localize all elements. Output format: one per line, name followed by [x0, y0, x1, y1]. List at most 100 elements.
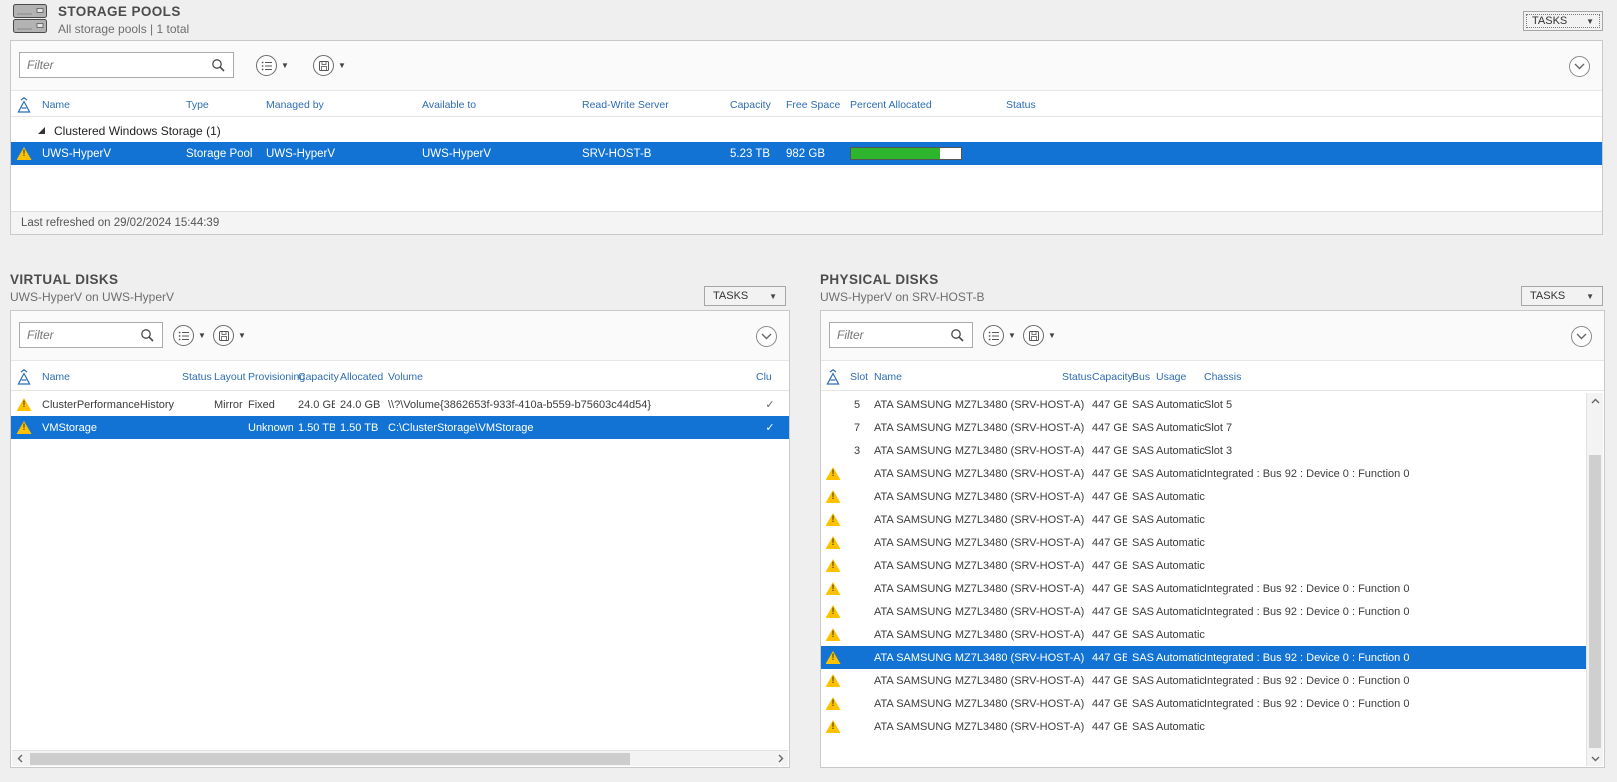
- scrollbar-thumb[interactable]: [1589, 455, 1601, 748]
- cell-capacity: 447 GB: [1092, 674, 1127, 687]
- vertical-scrollbar[interactable]: [1586, 393, 1603, 766]
- cell-name: ATA SAMSUNG MZ7L3480 (SRV-HOST-A): [874, 628, 1085, 641]
- column-header-usage[interactable]: Usage: [1151, 371, 1199, 383]
- save-icon: [313, 55, 334, 76]
- physical-disk-row[interactable]: ATA SAMSUNG MZ7L3480 (SRV-HOST-A) 447 GB S…: [821, 669, 1587, 692]
- column-header-type[interactable]: Type: [181, 99, 261, 111]
- sort-column-icon[interactable]: [11, 96, 37, 113]
- group-expanded-icon[interactable]: [38, 127, 45, 134]
- scroll-down-icon[interactable]: [1587, 750, 1603, 766]
- column-header-read-write-server[interactable]: Read-Write Server: [577, 99, 725, 111]
- virtual-disk-row[interactable]: ClusterPerformanceHistory Mirror Fixed 24.0…: [11, 393, 789, 416]
- cell-name: ATA SAMSUNG MZ7L3480 (SRV-HOST-A): [874, 651, 1085, 664]
- save-query-button[interactable]: ▼: [1023, 325, 1056, 346]
- physical-disk-row[interactable]: ATA SAMSUNG MZ7L3480 (SRV-HOST-A) 447 GB S…: [821, 646, 1587, 669]
- cell-name: ATA SAMSUNG MZ7L3480 (SRV-HOST-A): [874, 421, 1085, 434]
- column-header-free-space[interactable]: Free Space: [781, 99, 845, 111]
- physical-disk-row[interactable]: 3 ATA SAMSUNG MZ7L3480 (SRV-HOST-A) 447 GB…: [821, 439, 1587, 462]
- storage-pools-tasks-button[interactable]: TASKS ▼: [1523, 11, 1603, 31]
- column-header-name[interactable]: Name: [37, 371, 177, 383]
- physical-disk-row[interactable]: ATA SAMSUNG MZ7L3480 (SRV-HOST-A) 447 GB S…: [821, 508, 1587, 531]
- save-query-button[interactable]: ▼: [213, 325, 246, 346]
- cell-name: ATA SAMSUNG MZ7L3480 (SRV-HOST-A): [874, 444, 1085, 457]
- list-menu-icon: [173, 325, 194, 346]
- view-options-button[interactable]: ▼: [256, 55, 289, 76]
- physical-disk-row[interactable]: ATA SAMSUNG MZ7L3480 (SRV-HOST-A) 447 GB S…: [821, 623, 1587, 646]
- physical-disk-row[interactable]: ATA SAMSUNG MZ7L3480 (SRV-HOST-A) 447 GB S…: [821, 600, 1587, 623]
- view-options-button[interactable]: ▼: [173, 325, 206, 346]
- scroll-left-icon[interactable]: [12, 751, 28, 766]
- column-header-name[interactable]: Name: [37, 99, 181, 111]
- cell-usage: Automatic: [1156, 490, 1205, 503]
- save-query-button[interactable]: ▼: [313, 55, 346, 76]
- column-header-managed-by[interactable]: Managed by: [261, 99, 417, 111]
- cell-bus: SAS: [1132, 421, 1155, 434]
- physical-disk-row[interactable]: 7 ATA SAMSUNG MZ7L3480 (SRV-HOST-A) 447 GB…: [821, 416, 1587, 439]
- physical-disk-row[interactable]: 5 ATA SAMSUNG MZ7L3480 (SRV-HOST-A) 447 GB…: [821, 393, 1587, 416]
- column-header-clu[interactable]: Clu: [751, 371, 789, 383]
- storage-group-row[interactable]: Clustered Windows Storage (1): [11, 119, 1602, 142]
- column-header-name[interactable]: Name: [869, 371, 1057, 383]
- save-icon: [1023, 325, 1044, 346]
- column-header-allocated[interactable]: Allocated: [335, 371, 383, 383]
- cell-volume: \\?\Volume{3862653f-933f-410a-b559-b7560…: [388, 398, 652, 411]
- storage-pools-filter-input[interactable]: [19, 52, 234, 78]
- warning-icon: [11, 398, 37, 411]
- cell-bus: SAS: [1132, 444, 1155, 457]
- physical-disks-tasks-button[interactable]: TASKS ▼: [1521, 286, 1603, 306]
- cell-name: ATA SAMSUNG MZ7L3480 (SRV-HOST-A): [874, 536, 1085, 549]
- physical-disk-row[interactable]: ATA SAMSUNG MZ7L3480 (SRV-HOST-A) 447 GB S…: [821, 485, 1587, 508]
- cell-name: ATA SAMSUNG MZ7L3480 (SRV-HOST-A): [874, 720, 1085, 733]
- column-header-status[interactable]: Status: [177, 371, 212, 383]
- scroll-right-icon[interactable]: [772, 751, 788, 766]
- column-header-capacity[interactable]: Capacity: [1087, 371, 1133, 383]
- cell-chassis: Integrated : Bus 92 : Device 0 : Functio…: [1204, 467, 1410, 480]
- collapse-panel-button[interactable]: [756, 326, 777, 347]
- virtual-disks-rows: ClusterPerformanceHistory Mirror Fixed 24.0…: [11, 393, 789, 439]
- column-header-volume[interactable]: Volume: [383, 371, 751, 383]
- cell-chassis: Integrated : Bus 92 : Device 0 : Functio…: [1204, 651, 1410, 664]
- virtual-disks-tasks-button[interactable]: TASKS ▼: [704, 286, 786, 306]
- column-header-status[interactable]: Status: [1001, 99, 1602, 111]
- virtual-disk-row[interactable]: VMStorage Unknown 1.50 TB 1.50 TB C:\Cluster…: [11, 416, 789, 439]
- physical-disk-row[interactable]: ATA SAMSUNG MZ7L3480 (SRV-HOST-A) 447 GB S…: [821, 715, 1587, 738]
- column-header-chassis[interactable]: Chassis: [1199, 371, 1604, 383]
- cell-chassis: Slot 7: [1204, 421, 1233, 434]
- column-header-available-to[interactable]: Available to: [417, 99, 577, 111]
- collapse-panel-button[interactable]: [1569, 56, 1590, 77]
- cell-bus: SAS: [1132, 467, 1155, 480]
- column-header-slot[interactable]: Slot: [845, 371, 869, 383]
- cell-allocated: 1.50 TB: [340, 421, 379, 434]
- cell-managed-by: UWS-HyperV: [266, 147, 336, 160]
- scrollbar-thumb[interactable]: [30, 753, 630, 765]
- cell-chassis: Integrated : Bus 92 : Device 0 : Functio…: [1204, 605, 1410, 618]
- warning-icon: [821, 651, 845, 664]
- view-options-button[interactable]: ▼: [983, 325, 1016, 346]
- column-header-status[interactable]: Status: [1057, 371, 1092, 383]
- physical-disk-row[interactable]: ATA SAMSUNG MZ7L3480 (SRV-HOST-A) 447 GB S…: [821, 692, 1587, 715]
- physical-disk-row[interactable]: ATA SAMSUNG MZ7L3480 (SRV-HOST-A) 447 GB S…: [821, 554, 1587, 577]
- column-header-layout[interactable]: Layout: [209, 371, 246, 383]
- physical-disks-box: ▼ ▼ SlotNameStatusCapacityBusUsageChassi…: [820, 310, 1605, 768]
- collapse-panel-button[interactable]: [1571, 326, 1592, 347]
- column-header-bus[interactable]: Bus: [1127, 371, 1151, 383]
- cell-capacity: 447 GB: [1092, 467, 1127, 480]
- storage-pool-row[interactable]: UWS-HyperV Storage Pool UWS-HyperV UWS-Hype…: [11, 142, 1602, 165]
- sort-column-icon[interactable]: [821, 368, 845, 385]
- column-header-provisioning[interactable]: Provisioning: [243, 371, 305, 383]
- cell-usage: Automatic: [1156, 467, 1205, 480]
- cell-available-to: UWS-HyperV: [422, 147, 492, 160]
- column-header-capacity[interactable]: Capacity: [293, 371, 339, 383]
- horizontal-scrollbar[interactable]: [12, 750, 788, 766]
- sort-column-icon[interactable]: [11, 368, 37, 385]
- physical-disk-row[interactable]: ATA SAMSUNG MZ7L3480 (SRV-HOST-A) 447 GB S…: [821, 531, 1587, 554]
- storage-pools-icon: [12, 2, 50, 41]
- warning-icon: [821, 513, 845, 526]
- column-header-percent-allocated[interactable]: Percent Allocated: [845, 99, 1001, 111]
- scroll-up-icon[interactable]: [1587, 393, 1603, 409]
- physical-disk-row[interactable]: ATA SAMSUNG MZ7L3480 (SRV-HOST-A) 447 GB S…: [821, 462, 1587, 485]
- physical-disk-row[interactable]: ATA SAMSUNG MZ7L3480 (SRV-HOST-A) 447 GB S…: [821, 577, 1587, 600]
- cell-bus: SAS: [1132, 513, 1155, 526]
- cell-capacity: 447 GB: [1092, 536, 1127, 549]
- column-header-capacity[interactable]: Capacity: [725, 99, 781, 111]
